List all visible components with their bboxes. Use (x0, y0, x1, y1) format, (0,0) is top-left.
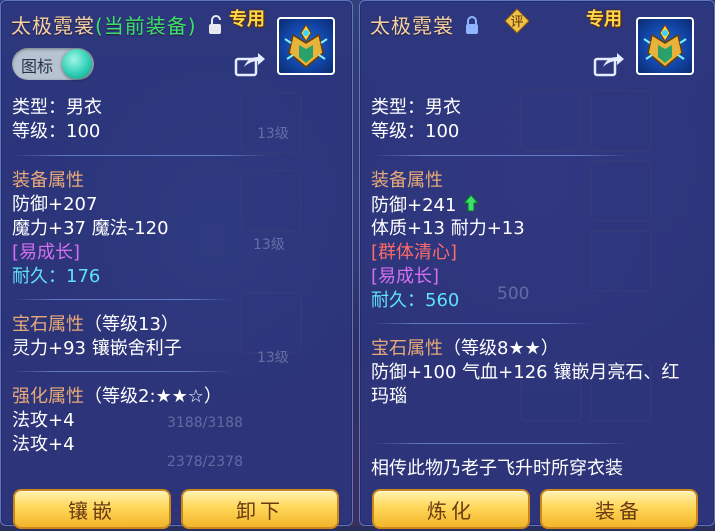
up-arrow-icon (463, 194, 480, 218)
divider (12, 155, 272, 156)
equip-attr-header: 装备属性 (12, 170, 84, 191)
gem-level: （等级13） (84, 314, 179, 335)
gem-attr: 宝石属性（等级8★★） (371, 338, 559, 360)
bg-slot-level: 13级 (257, 126, 289, 142)
lock-icon[interactable] (465, 15, 479, 40)
icon-toggle-label: 图标 (21, 57, 54, 76)
toggle-knob[interactable] (62, 49, 92, 79)
durability-label: 耐久： (371, 290, 425, 311)
bg-slot-level: 13级 (253, 237, 285, 253)
item-title: 太极霓裳 (370, 10, 479, 40)
gem-attr-header: 宝石属性 (12, 314, 84, 335)
trait-group-clear: [群体清心] (371, 242, 458, 263)
stat-defense: 防御+241 (371, 195, 457, 216)
gem-line: 玛瑙 (371, 386, 407, 407)
current-equipped-tag: (当前装备) (95, 14, 197, 38)
review-badge-text: 评 (510, 15, 523, 30)
bg-hp-bar-text: 3188/3188 (167, 415, 243, 431)
gem-attr-header: 宝石属性 (371, 338, 443, 359)
armor-icon[interactable] (277, 17, 335, 75)
enhance-line: 法攻+4 (12, 410, 75, 431)
item-name: 太极霓裳 (11, 14, 95, 38)
gem-line: 防御+100 气血+126 镶嵌月亮石、红 (371, 362, 680, 383)
trait-growth: [易成长] (371, 266, 440, 287)
stat-line-defense: 防御+241 (371, 194, 480, 218)
unequip-button[interactable]: 卸下 (181, 489, 339, 529)
share-icon[interactable] (593, 51, 625, 77)
durability-value: 176 (66, 266, 101, 287)
divider (12, 299, 232, 300)
equip-button[interactable]: 装备 (540, 489, 698, 529)
equip-attr-header: 装备属性 (371, 170, 443, 191)
durability: 耐久：560 (371, 290, 459, 312)
bg-mp-bar-text: 2378/2378 (167, 454, 243, 470)
refine-button[interactable]: 炼化 (372, 489, 530, 529)
item-type: 类型：男衣 (12, 97, 102, 118)
item-level: 等级：100 (371, 121, 460, 142)
enhance-line: 法攻+4 (12, 434, 75, 455)
divider (371, 443, 631, 444)
exclusive-label: 专用 (586, 9, 622, 30)
review-badge[interactable]: 评 (504, 8, 530, 34)
divider (371, 155, 631, 156)
share-icon[interactable] (234, 51, 266, 77)
bg-number: 500 (497, 284, 530, 304)
enhance-attr-header: 强化属性 (12, 386, 84, 407)
stat-line: 防御+207 (12, 194, 98, 215)
divider (12, 371, 232, 372)
inlay-button[interactable]: 镶嵌 (13, 489, 171, 529)
gem-level: （等级8★★） (443, 338, 559, 359)
item-level: 等级：100 (12, 121, 101, 142)
bg-slot-level: 13级 (257, 350, 289, 366)
durability-label: 耐久： (12, 266, 66, 287)
unlock-icon[interactable] (208, 15, 224, 40)
item-description: 相传此物乃老子飞升时所穿衣装 (371, 458, 623, 479)
gem-line: 灵力+93 镶嵌舍利子 (12, 338, 182, 359)
icon-toggle[interactable]: 图标 (12, 48, 94, 80)
item-name: 太极霓裳 (370, 14, 454, 38)
gem-attr: 宝石属性（等级13） (12, 314, 179, 336)
durability: 耐久：176 (12, 266, 100, 288)
item-type: 类型：男衣 (371, 97, 461, 118)
divider (371, 323, 591, 324)
item-title: 太极霓裳(当前装备) (11, 10, 224, 40)
enhance-attr: 强化属性（等级2:★★☆） (12, 386, 222, 408)
current-equipment-panel: 13级 13级 13级 3188/3188 2378/2378 太极霓裳(当前装… (0, 0, 353, 529)
stat-line: 体质+13 耐力+13 (371, 218, 525, 239)
durability-value: 560 (425, 290, 460, 311)
enhance-level: （等级2:★★☆） (84, 386, 222, 407)
stat-line: 魔力+37 魔法-120 (12, 218, 169, 239)
exclusive-label: 专用 (229, 9, 265, 30)
trait-growth: [易成长] (12, 242, 81, 263)
armor-icon[interactable] (636, 17, 694, 75)
compare-equipment-panel: 500 太极霓裳 评 专用 类型：男衣 等级：100 装备属性 防御+241 体… (359, 0, 715, 529)
